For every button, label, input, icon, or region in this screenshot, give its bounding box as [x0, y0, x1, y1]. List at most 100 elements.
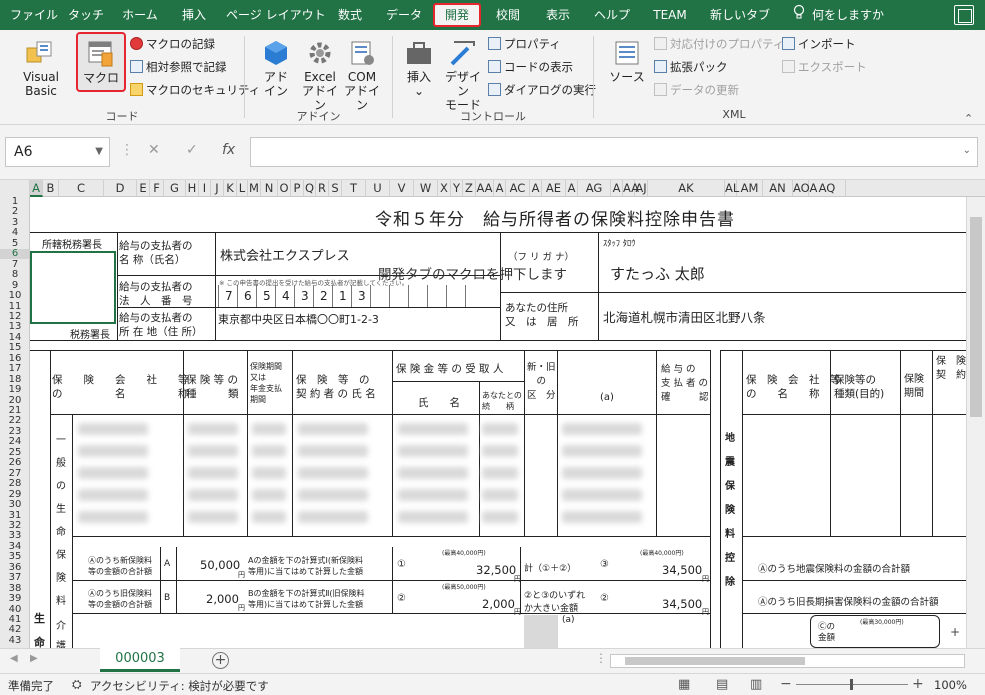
visual-basic-button[interactable]: Visual Basic — [8, 38, 74, 98]
row-header[interactable]: 43 — [0, 635, 29, 646]
column-header[interactable]: V — [390, 180, 414, 197]
column-header[interactable]: Y — [451, 180, 463, 197]
column-header[interactable]: AOA — [793, 180, 817, 197]
tab-insert[interactable]: 挿入 — [176, 4, 212, 28]
chevron-down-icon[interactable]: ▼ — [95, 138, 103, 166]
normal-view-icon[interactable]: ▦ — [678, 677, 690, 692]
row-header[interactable]: 26 — [0, 458, 29, 468]
column-header[interactable]: A — [566, 180, 578, 197]
row-header[interactable]: 2 — [0, 207, 29, 217]
row-header[interactable]: 13 — [0, 322, 29, 332]
column-header[interactable]: K — [224, 180, 237, 197]
row-header[interactable]: 8 — [0, 270, 29, 280]
run-dialog-button[interactable]: ダイアログの実行 — [488, 82, 596, 98]
add-sheet-icon[interactable]: + — [212, 652, 229, 669]
horizontal-scroll-thumb[interactable] — [625, 657, 805, 665]
column-header[interactable]: AM — [737, 180, 763, 197]
column-header[interactable]: X — [438, 180, 451, 197]
zoom-in-icon[interactable]: + — [912, 676, 924, 692]
tab-page-layout[interactable]: ページ レイアウト — [226, 4, 326, 28]
record-macro-button[interactable]: マクロの記録 — [130, 36, 215, 52]
column-header[interactable]: M — [248, 180, 261, 197]
tab-view[interactable]: 表示 — [540, 4, 576, 28]
zoom-slider-thumb[interactable] — [850, 679, 853, 690]
column-header[interactable]: A — [494, 180, 506, 197]
tell-me-search[interactable]: 何をしますか — [812, 4, 884, 28]
column-header[interactable]: T — [342, 180, 366, 197]
select-all-corner[interactable] — [0, 180, 30, 197]
tab-team[interactable]: TEAM — [648, 4, 692, 28]
column-header[interactable]: AJ — [635, 180, 648, 197]
map-properties-button[interactable]: 対応付けのプロパティ — [654, 36, 784, 52]
column-header[interactable]: O — [278, 180, 291, 197]
column-header[interactable]: AQ — [809, 180, 846, 197]
row-header[interactable]: 10 — [0, 291, 29, 301]
expand-formula-icon[interactable]: ⌄ — [963, 145, 971, 156]
row-header[interactable]: 17 — [0, 364, 29, 374]
row-header[interactable]: 28 — [0, 479, 29, 489]
xml-source-button[interactable]: ソース — [604, 38, 650, 84]
column-header[interactable]: A — [530, 180, 542, 197]
row-header[interactable]: 33 — [0, 531, 29, 541]
enter-icon[interactable]: ✓ — [186, 142, 198, 158]
page-break-view-icon[interactable]: ▥ — [750, 677, 762, 692]
column-header[interactable]: AA — [476, 180, 494, 197]
refresh-data-button[interactable]: データの更新 — [654, 82, 739, 98]
column-header[interactable]: Z — [463, 180, 476, 197]
column-header[interactable]: S — [329, 180, 342, 197]
page-layout-view-icon[interactable]: ▤ — [716, 677, 728, 692]
row-header[interactable]: 39 — [0, 594, 29, 604]
column-header[interactable]: F — [150, 180, 164, 197]
worksheet[interactable]: 令和５年分 給与所得者の保険料控除申告書 所轄税務署長 税務署長 給与の支払者の… — [30, 197, 966, 648]
column-header[interactable]: D — [104, 180, 137, 197]
column-header[interactable]: AE — [542, 180, 566, 197]
view-code-button[interactable]: コードの表示 — [488, 59, 573, 75]
zoom-level[interactable]: 100% — [934, 678, 967, 692]
column-header[interactable]: J — [211, 180, 224, 197]
row-header[interactable]: 37 — [0, 573, 29, 583]
column-header[interactable]: AN — [763, 180, 793, 197]
vertical-scrollbar[interactable] — [966, 197, 985, 648]
properties-button[interactable]: プロパティ — [488, 36, 561, 52]
insert-control-button[interactable]: 挿入 ⌄ — [400, 38, 438, 98]
scroll-tabs-left-icon[interactable]: ◀ — [10, 653, 18, 664]
import-button[interactable]: インポート — [782, 36, 856, 52]
export-button[interactable]: エクスポート — [782, 59, 867, 75]
plus-icon[interactable]: + — [950, 625, 960, 639]
expansion-pack-button[interactable]: 拡張パック — [654, 59, 728, 75]
column-header[interactable]: U — [366, 180, 390, 197]
tab-developer[interactable]: 開発 — [433, 3, 481, 27]
row-header[interactable]: 6 — [0, 249, 29, 260]
tab-help[interactable]: ヘルプ — [590, 4, 634, 28]
column-header[interactable]: H — [186, 180, 199, 197]
column-header[interactable]: P — [291, 180, 304, 197]
row-header[interactable]: 22 — [0, 416, 29, 426]
excel-addin-button[interactable]: Excel アドイン — [298, 38, 342, 112]
row-header[interactable]: 35 — [0, 552, 29, 562]
collapse-ribbon-icon[interactable]: ⌃ — [964, 112, 973, 125]
tab-file[interactable]: ファイル — [10, 4, 58, 28]
sheet-tab-000003[interactable]: 000003 — [100, 648, 180, 672]
column-header[interactable]: AL — [725, 180, 739, 197]
row-header[interactable]: 11 — [0, 301, 29, 312]
restore-window-icon[interactable] — [954, 5, 974, 25]
accessibility-status[interactable]: アクセシビリティ: 検討が必要です — [90, 678, 269, 694]
column-header[interactable]: AA — [623, 180, 639, 197]
tab-formulas[interactable]: 数式 — [332, 4, 368, 28]
vertical-scroll-thumb[interactable] — [970, 217, 982, 417]
formula-input[interactable]: ⌄ — [250, 137, 978, 167]
name-box[interactable]: A6 ▼ — [5, 137, 110, 167]
column-header[interactable]: W — [414, 180, 438, 197]
macro-button[interactable]: マクロ — [76, 32, 126, 92]
column-header[interactable]: AC — [506, 180, 530, 197]
row-header[interactable]: 30 — [0, 500, 29, 510]
horizontal-scrollbar[interactable] — [610, 654, 965, 668]
row-header[interactable]: 15 — [0, 343, 29, 353]
row-header[interactable]: 19 — [0, 385, 29, 395]
tab-touch[interactable]: タッチ — [68, 4, 104, 28]
column-header[interactable]: A — [611, 180, 623, 197]
column-header[interactable]: Q — [304, 180, 316, 197]
column-header[interactable]: L — [237, 180, 248, 197]
column-header[interactable]: R — [316, 180, 329, 197]
tab-split-handle[interactable]: ⋮ — [595, 651, 607, 665]
